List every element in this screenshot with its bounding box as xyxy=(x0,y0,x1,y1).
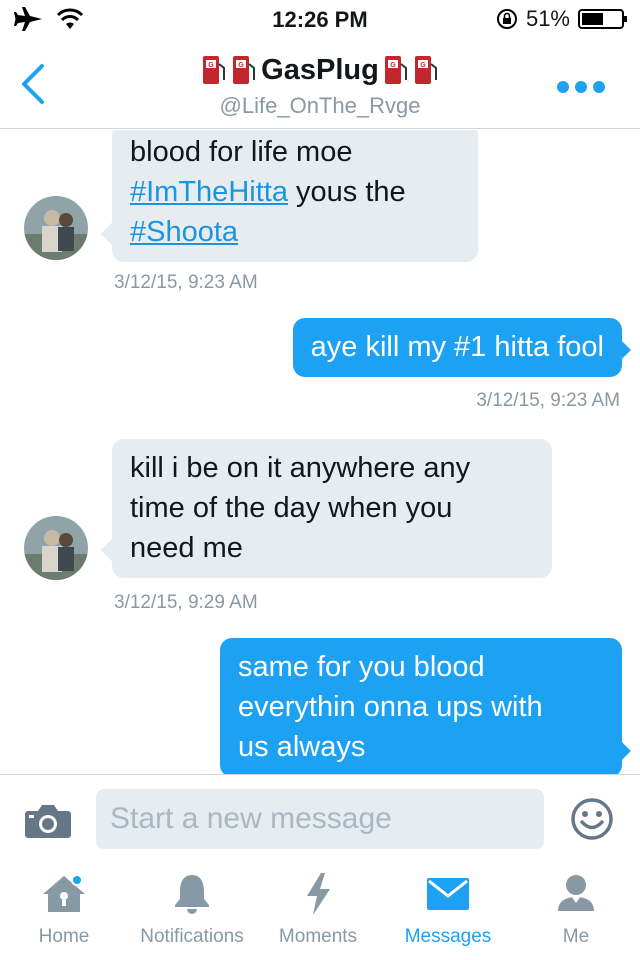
message-line: blood for life moe xyxy=(130,136,353,168)
message-timestamp: 3/12/15, 9:29 AM xyxy=(114,592,258,613)
battery-icon xyxy=(578,9,627,29)
bell-icon xyxy=(175,875,209,914)
message-line: #ImTheHitta yous the xyxy=(130,172,460,212)
gas-pump-emoji-icon: G xyxy=(203,56,226,84)
gas-pump-emoji-icon: G xyxy=(414,56,437,84)
message-line: us always xyxy=(238,731,366,763)
svg-text:G: G xyxy=(238,62,244,69)
tab-label: Home xyxy=(38,926,90,947)
message-bubble-outgoing[interactable]: aye kill my #1 hitta fool xyxy=(292,318,622,377)
status-right: 51% xyxy=(496,6,628,32)
avatar[interactable] xyxy=(24,196,88,260)
svg-text:G: G xyxy=(420,62,426,69)
tab-icon-wrap xyxy=(41,864,87,924)
message-line: need me xyxy=(130,532,243,564)
rotation-lock-icon xyxy=(496,9,517,29)
message-line: kill i be on it anywhere any xyxy=(130,452,471,484)
message-thread[interactable]: blood for life moe #ImTheHitta yous the … xyxy=(0,130,640,774)
message-line: same for you blood xyxy=(238,651,485,683)
tab-label: Moments xyxy=(278,926,358,947)
tab-label: Me xyxy=(562,926,590,947)
tab-label: Notifications xyxy=(140,926,244,947)
svg-text:G: G xyxy=(390,62,396,69)
message-line: aye kill my #1 hitta fool xyxy=(310,331,604,363)
tab-icon-wrap xyxy=(303,864,333,924)
hashtag-link[interactable]: #ImTheHitta xyxy=(130,176,288,208)
gas-pump-emoji-icon: G xyxy=(384,56,407,84)
envelope-icon xyxy=(427,878,469,910)
message-bubble-incoming[interactable]: blood for life moe #ImTheHitta yous the … xyxy=(112,130,478,262)
avatar-photo xyxy=(24,516,88,580)
person-icon xyxy=(558,875,594,911)
tab-bar: Home Notifications Moments Messages Me xyxy=(0,864,640,960)
battery-percent: 51% xyxy=(525,6,570,31)
more-options-icon[interactable] xyxy=(556,80,606,94)
svg-text:G: G xyxy=(208,62,214,69)
message-timestamp: 3/12/15, 9:23 AM xyxy=(114,272,258,293)
gas-pump-emoji-icon: G xyxy=(233,56,256,84)
message-line: #Shoota xyxy=(130,212,460,252)
header-title-block[interactable]: G G GasPlug G G @Life_OnThe_Rvge xyxy=(0,52,640,119)
conversation-title: G G GasPlug G G xyxy=(201,52,439,88)
message-bubble-incoming[interactable]: kill i be on it anywhere any time of the… xyxy=(112,439,552,578)
new-message-input[interactable] xyxy=(96,789,544,849)
tab-messages[interactable]: Messages xyxy=(394,864,502,960)
tab-icon-wrap xyxy=(556,864,596,924)
avatar[interactable] xyxy=(24,516,88,580)
notification-dot xyxy=(71,874,83,886)
lightning-icon xyxy=(307,873,330,915)
status-bar: 12:26 PM 51% xyxy=(0,0,640,40)
message-line: time of the day when you xyxy=(130,492,453,524)
avatar-photo xyxy=(24,196,88,260)
emoji-icon[interactable] xyxy=(570,797,614,841)
message-text: yous the xyxy=(287,176,406,208)
message-timestamp: 3/12/15, 9:23 AM xyxy=(476,390,620,411)
conversation-header: G G GasPlug G G @Life_OnThe_Rvge xyxy=(0,40,640,129)
camera-icon[interactable] xyxy=(24,803,72,839)
message-line: everythin onna ups with xyxy=(238,691,543,723)
tab-icon-wrap xyxy=(172,864,212,924)
tab-icon-wrap xyxy=(426,864,470,924)
tab-home[interactable]: Home xyxy=(24,864,104,960)
tab-moments[interactable]: Moments xyxy=(268,864,368,960)
conversation-name: GasPlug xyxy=(261,54,379,86)
message-composer xyxy=(0,774,640,864)
hashtag-link[interactable]: #Shoota xyxy=(130,216,238,248)
tab-me[interactable]: Me xyxy=(536,864,616,960)
message-bubble-outgoing[interactable]: same for you blood everythin onna ups wi… xyxy=(220,638,622,774)
conversation-handle: @Life_OnThe_Rvge xyxy=(219,93,421,118)
tab-notifications[interactable]: Notifications xyxy=(126,864,258,960)
tab-label: Messages xyxy=(404,926,492,947)
